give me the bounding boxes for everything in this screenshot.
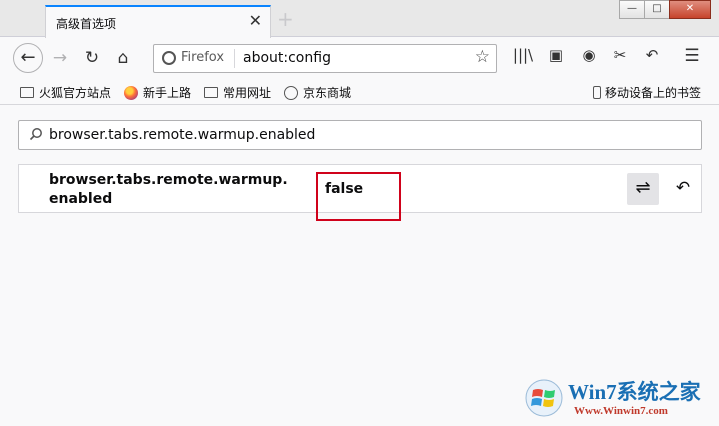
folder-icon	[204, 87, 218, 98]
url-separator	[234, 49, 235, 68]
close-tab-icon[interactable]: ✕	[249, 13, 262, 29]
watermark-title: Win7系统之家	[568, 380, 701, 404]
menu-icon[interactable]: ☰	[681, 46, 703, 66]
url-input[interactable]: about:config	[243, 50, 331, 66]
identity-label: Firefox	[181, 50, 225, 65]
url-bar[interactable]: Firefox about:config ☆	[153, 44, 497, 73]
bookmark-label: 京东商城	[303, 86, 352, 100]
screenshot-icon[interactable]: ✂	[609, 46, 631, 64]
tab-strip: 高级首选项 ✕ + — □ ✕	[0, 0, 719, 38]
back-button[interactable]: ←	[13, 43, 43, 73]
identity-box[interactable]: Firefox	[162, 50, 224, 65]
bookmark-star-icon[interactable]: ☆	[475, 47, 490, 67]
search-icon	[29, 128, 42, 141]
new-tab-icon[interactable]: +	[277, 9, 294, 29]
forward-button[interactable]: →	[48, 46, 72, 70]
reload-button[interactable]: ↻	[80, 46, 104, 70]
firefox-icon	[124, 85, 138, 100]
share-icon[interactable]: ↶	[641, 46, 663, 64]
value-highlight-box	[316, 172, 401, 221]
bookmark-label: 新手上路	[143, 86, 192, 100]
watermark-url: Www.Winwin7.com	[574, 405, 668, 417]
maximize-button[interactable]: □	[644, 0, 670, 19]
reset-button[interactable]: ↶	[667, 173, 699, 205]
bookmark-label: 火狐官方站点	[39, 86, 112, 100]
bookmark-item[interactable]: 常用网址	[204, 84, 271, 101]
bookmarks-toolbar: 火狐官方站点 新手上路 常用网址 京东商城 移动设备上的书签	[0, 79, 719, 105]
toggle-button[interactable]: ⇌	[627, 173, 659, 205]
search-value[interactable]: browser.tabs.remote.warmup.enabled	[49, 127, 315, 143]
account-icon[interactable]: ◉	[578, 46, 600, 64]
watermark: Win7系统之家 Www.Winwin7.com	[524, 374, 716, 422]
window-controls: — □ ✕	[619, 0, 711, 19]
windows-logo-icon	[525, 379, 563, 417]
pref-search-field[interactable]: browser.tabs.remote.warmup.enabled	[18, 120, 702, 150]
close-window-button[interactable]: ✕	[669, 0, 711, 19]
bookmark-item[interactable]: 火狐官方站点	[20, 84, 111, 101]
mobile-bookmarks-label: 移动设备上的书签	[605, 86, 702, 100]
bookmark-item[interactable]: 京东商城	[284, 84, 351, 101]
home-button[interactable]: ⌂	[111, 46, 135, 70]
library-icon[interactable]: |||\	[512, 46, 534, 64]
minimize-button[interactable]: —	[619, 0, 645, 19]
sidebar-icon[interactable]: ▣	[545, 46, 567, 64]
firefox-identity-icon	[162, 50, 176, 65]
bookmark-item[interactable]: 新手上路	[124, 84, 191, 101]
bookmark-label: 常用网址	[223, 86, 272, 100]
pref-name: browser.tabs.remote.warmup. enabled	[49, 172, 288, 207]
nav-bar: ← → ↻ ⌂ Firefox about:config ☆ |||\ ▣ ◉ …	[0, 38, 719, 79]
folder-icon	[20, 87, 34, 98]
tab-title: 高级首选项	[56, 17, 117, 31]
mobile-bookmarks[interactable]: 移动设备上的书签	[593, 84, 701, 101]
globe-icon	[284, 85, 298, 100]
mobile-device-icon	[593, 86, 601, 99]
tab-advanced-preferences[interactable]: 高级首选项 ✕	[45, 5, 271, 38]
